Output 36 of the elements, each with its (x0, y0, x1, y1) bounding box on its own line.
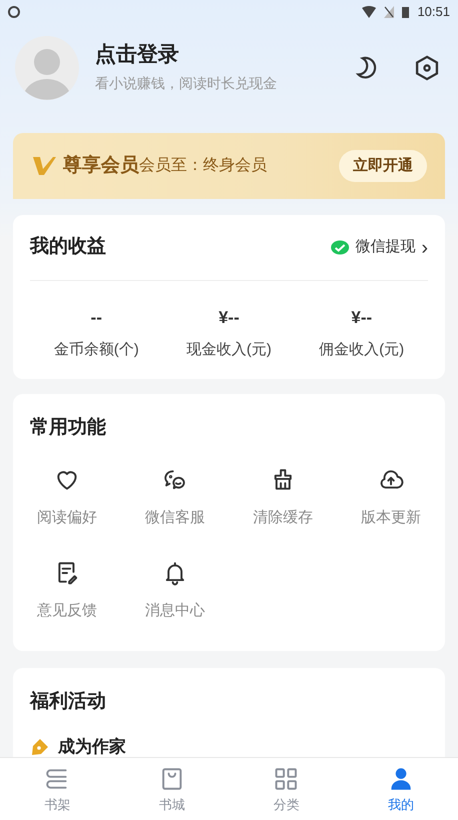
activate-button[interactable]: 立即开通 (339, 150, 427, 182)
function-item[interactable]: 意见反馈 (13, 546, 121, 638)
vip-banner[interactable]: 尊享会员会员至：终身会员 立即开通 (13, 133, 445, 199)
tab-item[interactable]: 书架 (0, 758, 114, 820)
tab-item[interactable]: 分类 (229, 758, 344, 820)
welfare-item[interactable]: 成为作家 (30, 734, 428, 757)
function-item[interactable]: 版本更新 (337, 452, 445, 546)
wechat-icon (331, 240, 350, 256)
card-title: 常用功能 (30, 416, 107, 440)
clock-time: 10:51 (417, 3, 450, 22)
grid-icon (273, 766, 300, 792)
vip-badge-text: 尊享会员 (63, 154, 139, 178)
battery-icon (402, 6, 410, 18)
profile-subtitle: 看小说赚钱，阅读时长兑现金 (95, 74, 278, 93)
function-item[interactable]: 微信客服 (121, 452, 229, 546)
wifi-icon (362, 6, 376, 18)
function-item[interactable]: 清除缓存 (229, 452, 337, 546)
settings-icon[interactable] (413, 54, 441, 82)
stat-label: 金币余额(个) (54, 340, 139, 360)
card-title: 福利活动 (30, 690, 107, 714)
card-title: 我的收益 (30, 235, 106, 260)
stat-label: 现金收入(元) (186, 340, 272, 360)
vip-expiry-text: 会员至：终身会员 (139, 156, 267, 176)
login-title[interactable]: 点击登录 (95, 42, 354, 69)
no-signal-icon (384, 6, 394, 18)
tab-item[interactable]: 书城 (114, 758, 229, 820)
tab-item[interactable]: 我的 (344, 758, 458, 820)
v-badge-icon (31, 155, 57, 177)
function-item[interactable]: 消息中心 (121, 546, 229, 638)
stat-value: ¥-- (351, 307, 372, 329)
notification-icon (8, 6, 20, 18)
stat-value: ¥-- (218, 307, 240, 329)
stat-value: -- (90, 307, 102, 329)
withdraw-link[interactable]: 微信提现 › (331, 236, 428, 259)
stat-label: 佣金收入(元) (319, 340, 404, 360)
function-item[interactable]: 阅读偏好 (13, 452, 121, 546)
